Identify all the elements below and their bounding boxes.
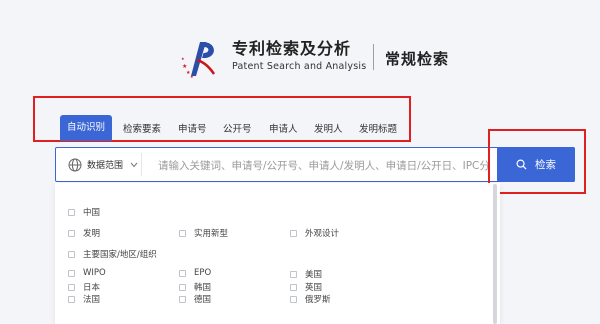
page-header: ★ ★ ★ ★ 专利检索及分析 Patent Search and Analys…	[0, 34, 600, 79]
checkbox[interactable]	[290, 295, 297, 303]
svg-text:★: ★	[190, 74, 194, 78]
chevron-down-icon	[130, 162, 138, 167]
checkbox[interactable]	[68, 250, 75, 258]
checkbox[interactable]	[290, 283, 297, 291]
svg-text:★: ★	[182, 63, 187, 70]
scope-option-russia[interactable]: 俄罗斯	[290, 293, 331, 305]
scope-divider	[141, 153, 142, 176]
checkbox[interactable]	[68, 283, 75, 291]
site-title: 专利检索及分析	[232, 39, 352, 58]
site-subtitle: Patent Search and Analysis	[232, 61, 367, 72]
tab-publication-number[interactable]: 公开号	[223, 121, 252, 135]
scope-option-epo[interactable]: EPO	[179, 268, 211, 278]
scope-option-utility-model[interactable]: 实用新型	[179, 227, 228, 239]
tab-invention-title[interactable]: 发明标题	[359, 121, 397, 135]
scope-option-uk[interactable]: 英国	[290, 281, 322, 293]
scope-option-germany[interactable]: 德国	[179, 293, 211, 305]
checkbox[interactable]	[290, 270, 297, 278]
checkbox[interactable]	[179, 283, 186, 291]
panel-scrollbar[interactable]	[493, 184, 497, 324]
scope-option-japan[interactable]: 日本	[68, 281, 100, 293]
data-scope-label: 数据范围	[87, 161, 124, 171]
scope-option-china[interactable]: 中国	[68, 206, 100, 218]
checkbox[interactable]	[179, 295, 186, 303]
scope-option-france[interactable]: 法国	[68, 293, 100, 305]
tab-applicant[interactable]: 申请人	[269, 121, 298, 135]
checkbox[interactable]	[68, 295, 75, 303]
tab-search-elements[interactable]: 检索要素	[123, 121, 161, 135]
tab-application-number[interactable]: 申请号	[178, 121, 207, 135]
tab-inventor[interactable]: 发明人	[314, 121, 343, 135]
scope-option-major-regions[interactable]: 主要国家/地区/组织	[68, 248, 157, 260]
checkbox[interactable]	[68, 208, 75, 216]
globe-icon	[68, 158, 82, 171]
search-mode-title: 常规检索	[385, 50, 450, 68]
svg-text:★: ★	[181, 56, 185, 61]
search-button[interactable]: 检索	[497, 147, 575, 182]
checkbox[interactable]	[68, 229, 75, 237]
scope-option-wipo[interactable]: WIPO	[68, 268, 106, 278]
search-button-label: 检索	[535, 159, 556, 171]
checkbox[interactable]	[68, 269, 75, 277]
scope-option-usa[interactable]: 美国	[290, 268, 322, 280]
search-input[interactable]	[156, 150, 490, 181]
tab-auto-detect[interactable]: 自动识别	[60, 115, 112, 141]
logo-text: 专利检索及分析 Patent Search and Analysis	[232, 40, 366, 73]
checkbox[interactable]	[290, 229, 297, 237]
search-icon	[516, 159, 527, 170]
checkbox[interactable]	[179, 229, 186, 237]
scope-option-korea[interactable]: 韩国	[179, 281, 211, 293]
scope-option-invention[interactable]: 发明	[68, 227, 100, 239]
data-scope-dropdown[interactable]: 数据范围	[68, 148, 138, 181]
header-divider	[373, 44, 374, 70]
patent-logo-icon: ★ ★ ★ ★	[181, 42, 216, 78]
scope-option-design[interactable]: 外观设计	[290, 227, 339, 239]
checkbox[interactable]	[179, 269, 186, 277]
